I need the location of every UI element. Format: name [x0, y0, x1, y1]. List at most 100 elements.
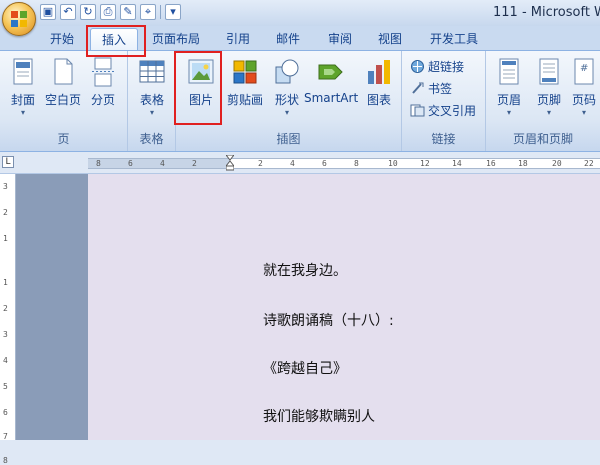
ruler-tick-label: 2	[192, 159, 197, 168]
group-links-label: 链接	[431, 132, 456, 146]
vruler-tick-label: 4	[3, 356, 8, 365]
smartart-label: SmartArt	[304, 91, 359, 105]
footer-icon	[534, 57, 564, 87]
highlight-insert-tab	[86, 25, 146, 57]
select-icon[interactable]: ⌖	[140, 4, 156, 20]
page-break-button[interactable]: 分页	[82, 55, 124, 123]
smartart-icon	[316, 57, 346, 87]
indent-marker-icon[interactable]	[224, 154, 236, 171]
group-table: 表格 ▾ 表格	[128, 51, 176, 151]
highlight-picture-button	[174, 51, 222, 125]
ruler-tick-label: 18	[518, 159, 528, 168]
bookmark-label: 书签	[428, 81, 453, 96]
ruler-tick-label: 4	[160, 159, 165, 168]
group-page-label: 页	[57, 132, 70, 146]
blank-page-icon	[48, 57, 78, 87]
hyperlink-button[interactable]: 超链接	[410, 57, 464, 75]
page-number-icon: #	[571, 57, 597, 87]
ruler-tick-label: 2	[258, 159, 263, 168]
document-paragraph: 就在我身边。	[263, 263, 347, 279]
group-table-label: 表格	[139, 132, 164, 146]
cross-reference-label: 交叉引用	[428, 103, 477, 118]
shapes-label: 形状	[274, 93, 299, 107]
chevron-down-icon: ▾	[581, 108, 586, 117]
document-paragraph: 《跨越自己》	[263, 361, 347, 377]
ruler-tick-label: 14	[452, 159, 462, 168]
blank-page-label: 空白页	[44, 93, 81, 107]
bookmark-icon	[410, 81, 425, 96]
cross-reference-icon	[410, 103, 425, 118]
page-break-label: 分页	[90, 93, 115, 107]
ruler-tick-label: 22	[584, 159, 594, 168]
cover-page-label: 封面	[10, 93, 35, 107]
tab-page-layout[interactable]: 页面布局	[148, 28, 204, 50]
title-bar: ▣ ↶ ↻ ⎙ ✎ ⌖ ▾ 111 - Microsoft We	[0, 0, 600, 26]
tab-view[interactable]: 视图	[372, 28, 408, 50]
cover-page-icon	[8, 57, 38, 87]
window-title: 111 - Microsoft We	[493, 5, 600, 20]
vruler-tick-label: 2	[3, 208, 8, 217]
bookmark-button[interactable]: 书签	[410, 79, 452, 97]
group-page: 封面 ▾ 空白页 分页 页	[0, 51, 128, 151]
page-number-button[interactable]: # 页码 ▾	[568, 55, 600, 123]
cover-page-button[interactable]: 封面 ▾	[2, 55, 44, 123]
clip-art-button[interactable]: 剪贴画	[224, 55, 266, 123]
print-preview-icon[interactable]: ⎙	[100, 4, 116, 20]
table-icon	[137, 57, 167, 87]
redo-icon[interactable]: ↻	[80, 4, 96, 20]
chevron-down-icon: ▾	[149, 108, 154, 117]
horizontal-ruler: L 8 6 4 2 2 4 6 8 10 12 14 16 18 20 22	[0, 152, 600, 174]
vruler-tick-label: 3	[3, 182, 8, 191]
ruler-tick-label: 8	[96, 159, 101, 168]
hyperlink-icon	[410, 59, 425, 74]
chevron-down-icon: ▾	[20, 108, 25, 117]
header-label: 页眉	[496, 93, 521, 107]
chart-button[interactable]: 图表	[358, 55, 400, 123]
ribbon: 封面 ▾ 空白页 分页 页 表格 ▾ 表格 图片 剪贴画 形状 ▾ SmartA…	[0, 50, 600, 152]
office-button[interactable]	[2, 2, 36, 36]
footer-label: 页脚	[536, 93, 561, 107]
ruler-tick-label: 12	[420, 159, 430, 168]
chevron-down-icon: ▾	[546, 108, 551, 117]
chevron-down-icon: ▾	[284, 108, 289, 117]
document-page[interactable]	[88, 174, 600, 440]
document-paragraph: 我们能够欺瞒别人	[263, 409, 375, 425]
group-illustrations-label: 插图	[276, 132, 301, 146]
clip-art-label: 剪贴画	[226, 93, 263, 107]
ruler-tick-label: 10	[388, 159, 398, 168]
smartart-button[interactable]: SmartArt	[304, 55, 358, 123]
tab-mailings[interactable]: 邮件	[270, 28, 306, 50]
page-number-label: 页码	[571, 93, 596, 107]
format-painter-icon[interactable]: ✎	[120, 4, 136, 20]
vruler-tick-label: 1	[3, 234, 8, 243]
vruler-tick-label: 2	[3, 304, 8, 313]
customize-toolbar-icon[interactable]: ▾	[165, 4, 181, 20]
group-links: 超链接 书签 交叉引用 链接	[402, 51, 486, 151]
cross-reference-button[interactable]: 交叉引用	[410, 101, 476, 119]
chart-label: 图表	[366, 93, 391, 107]
vertical-ruler[interactable]: 32112345678	[0, 174, 16, 465]
undo-icon[interactable]: ↶	[60, 4, 76, 20]
toolbar-separator	[160, 5, 161, 19]
shapes-icon	[272, 57, 302, 87]
ruler-tick-label: 20	[552, 159, 562, 168]
quick-access-toolbar: ▣ ↶ ↻ ⎙ ✎ ⌖ ▾	[40, 4, 181, 20]
tab-developer[interactable]: 开发工具	[424, 28, 484, 50]
svg-text:#: #	[580, 63, 588, 74]
hyperlink-label: 超链接	[428, 59, 465, 74]
table-button[interactable]: 表格 ▾	[131, 55, 173, 123]
vruler-tick-label: 5	[3, 382, 8, 391]
ruler-tick-label: 4	[290, 159, 295, 168]
blank-page-button[interactable]: 空白页	[42, 55, 84, 123]
document-paragraph: 诗歌朗诵稿（十八）:	[263, 313, 394, 329]
save-icon[interactable]: ▣	[40, 4, 56, 20]
tab-references[interactable]: 引用	[220, 28, 256, 50]
footer-button[interactable]: 页脚 ▾	[528, 55, 570, 123]
group-header-footer-label: 页眉和页脚	[512, 132, 573, 146]
shapes-button[interactable]: 形状 ▾	[266, 55, 308, 123]
tab-review[interactable]: 审阅	[322, 28, 358, 50]
header-button[interactable]: 页眉 ▾	[488, 55, 530, 123]
vruler-tick-label: 1	[3, 278, 8, 287]
tab-home[interactable]: 开始	[42, 28, 82, 50]
tab-selector[interactable]: L	[2, 156, 14, 168]
